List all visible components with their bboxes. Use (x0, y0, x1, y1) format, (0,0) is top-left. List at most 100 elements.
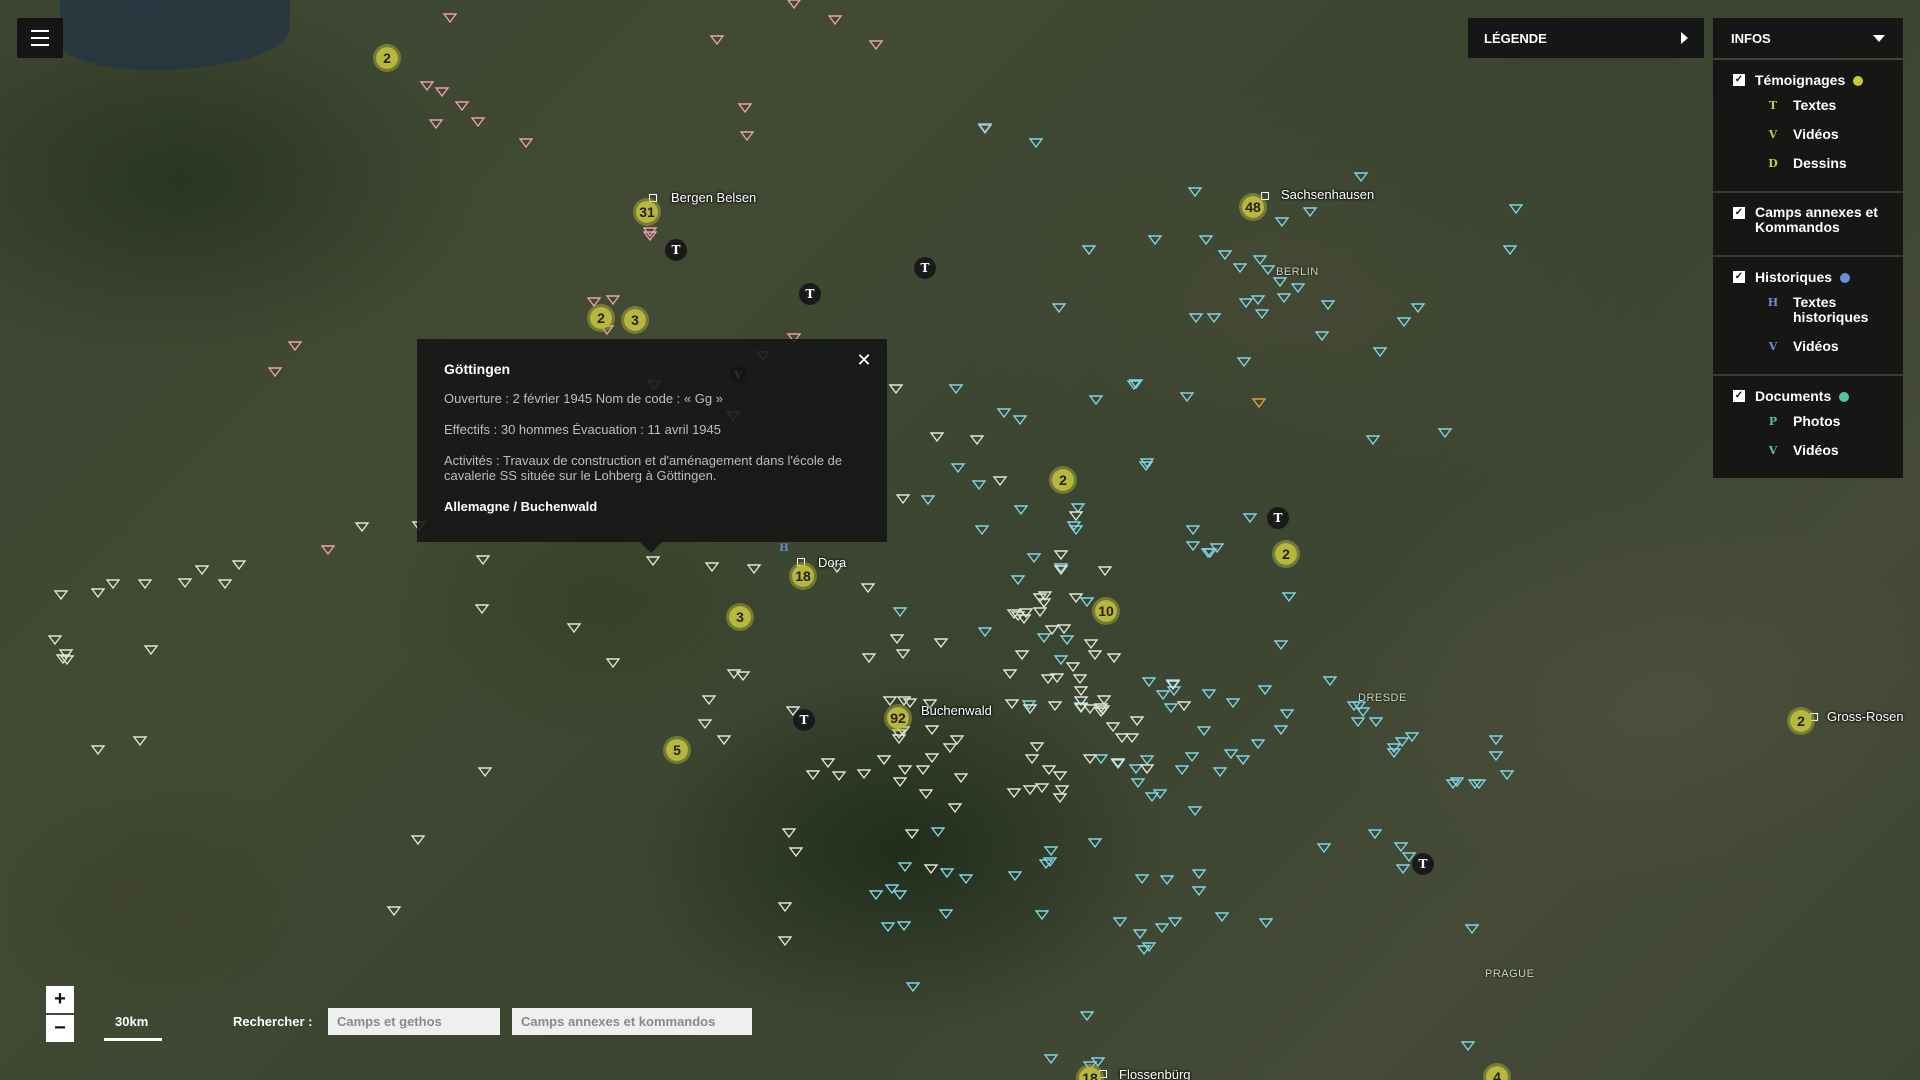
camp-annexe-marker[interactable] (1139, 764, 1155, 775)
camp-annexe-marker[interactable] (1316, 843, 1332, 854)
camp-annexe-marker[interactable] (1087, 650, 1103, 661)
camp-annexe-marker[interactable] (697, 719, 713, 730)
camp-annexe-marker[interactable] (701, 695, 717, 706)
camp-annexe-marker[interactable] (827, 15, 843, 26)
camp-annexe-marker[interactable] (942, 743, 958, 754)
camp-annexe-marker[interactable] (1088, 395, 1104, 406)
camp-annexe-marker[interactable] (605, 295, 621, 306)
camp-annexe-marker[interactable] (888, 384, 904, 395)
camp-annexe-marker[interactable] (1068, 511, 1084, 522)
camp-annexe-marker[interactable] (1043, 1054, 1059, 1065)
camp-annexe-marker[interactable] (949, 735, 965, 746)
camp-annexe-marker[interactable] (1260, 265, 1276, 276)
camp-annexe-marker[interactable] (1410, 303, 1426, 314)
camp-annexe-marker[interactable] (1141, 677, 1157, 688)
camp-annexe-marker[interactable] (1083, 639, 1099, 650)
camp-annexe-marker[interactable] (1191, 886, 1207, 897)
camp-annexe-marker[interactable] (645, 556, 661, 567)
camp-annexe-marker[interactable] (861, 653, 877, 664)
camp-annexe-marker[interactable] (1167, 917, 1183, 928)
filter-temoignages[interactable]: ✓ Témoignages (1713, 72, 1903, 88)
camp-annexe-marker[interactable] (737, 103, 753, 114)
camp-annexe-marker[interactable] (474, 604, 490, 615)
camp-annexe-marker[interactable] (1036, 598, 1052, 609)
camp-annexe-marker[interactable] (267, 367, 283, 378)
camp-annexe-marker[interactable] (1070, 503, 1086, 514)
camp-annexe-marker[interactable] (1007, 871, 1023, 882)
camp-annexe-marker[interactable] (132, 736, 148, 747)
camp-annexe-marker[interactable] (1242, 513, 1258, 524)
camp-annexe-marker[interactable] (904, 829, 920, 840)
camp-annexe-marker[interactable] (1437, 428, 1453, 439)
camp-annexe-marker[interactable] (1051, 303, 1067, 314)
camp-annexe-marker[interactable] (1187, 187, 1203, 198)
camp-annexe-marker[interactable] (1128, 764, 1144, 775)
camp-annexe-marker[interactable] (930, 827, 946, 838)
camp-annexe-marker[interactable] (1052, 793, 1068, 804)
camp-annexe-marker[interactable] (354, 522, 370, 533)
camp-annexe-marker[interactable] (1013, 505, 1029, 516)
camp-annexe-marker[interactable] (454, 101, 470, 112)
camp-annexe-marker[interactable] (1032, 607, 1048, 618)
camp-annexe-marker[interactable] (1198, 235, 1214, 246)
camp-annexe-marker[interactable] (947, 803, 963, 814)
camp-annexe-marker[interactable] (1367, 829, 1383, 840)
camp-annexe-marker[interactable] (1274, 217, 1290, 228)
cluster-marker[interactable]: 2 (587, 304, 615, 332)
camp-annexe-marker[interactable] (1238, 298, 1254, 309)
camp-annexe-marker[interactable] (1393, 842, 1409, 853)
camp-annexe-marker[interactable] (1273, 725, 1289, 736)
cluster-marker[interactable]: 5 (663, 736, 691, 764)
camp-annexe-marker[interactable] (971, 480, 987, 491)
camp-annexe-marker[interactable] (1134, 874, 1150, 885)
camp-annexe-marker[interactable] (1082, 754, 1098, 765)
camp-annexe-marker[interactable] (1201, 689, 1217, 700)
camp-annexe-marker[interactable] (709, 35, 725, 46)
cluster-marker[interactable]: 31 (633, 198, 661, 226)
camp-annexe-marker[interactable] (777, 936, 793, 947)
camp-annexe-marker[interactable] (1053, 550, 1069, 561)
camp-annexe-marker[interactable] (434, 87, 450, 98)
camp-annexe-marker[interactable] (1273, 640, 1289, 651)
camp-annexe-marker[interactable] (1072, 674, 1088, 685)
camp-annexe-marker[interactable] (287, 341, 303, 352)
camp-annexe-marker[interactable] (1006, 788, 1022, 799)
camp-annexe-marker[interactable] (47, 635, 63, 646)
cluster-marker[interactable]: 2 (1787, 707, 1815, 735)
camp-annexe-marker[interactable] (410, 835, 426, 846)
camp-annexe-marker[interactable] (746, 564, 762, 575)
camp-annexe-marker[interactable] (1217, 250, 1233, 261)
camp-annexe-marker[interactable] (868, 40, 884, 51)
camp-annexe-marker[interactable] (1176, 701, 1192, 712)
camp-annexe-marker[interactable] (1250, 739, 1266, 750)
cluster-marker[interactable]: 3 (726, 603, 754, 631)
camp-annexe-marker[interactable] (1112, 917, 1128, 928)
camp-annexe-marker[interactable] (895, 649, 911, 660)
infos-toggle[interactable]: INFOS (1713, 18, 1903, 58)
close-icon[interactable]: ✕ (853, 349, 875, 371)
cluster-marker[interactable]: 18 (789, 562, 817, 590)
camp-annexe-marker[interactable] (953, 773, 969, 784)
camp-annexe-marker[interactable] (1404, 732, 1420, 743)
camp-annexe-marker[interactable] (1214, 912, 1230, 923)
camp-annexe-marker[interactable] (1159, 875, 1175, 886)
camp-annexe-marker[interactable] (948, 384, 964, 395)
cluster-marker[interactable]: 3 (621, 306, 649, 334)
camp-annexe-marker[interactable] (1185, 541, 1201, 552)
camp-annexe-marker[interactable] (442, 13, 458, 24)
camp-annexe-marker[interactable] (1139, 755, 1155, 766)
camp-annexe-marker[interactable] (1225, 698, 1241, 709)
cluster-marker[interactable]: 10 (1092, 597, 1120, 625)
filter-historiques-videos[interactable]: V Vidéos (1713, 339, 1903, 354)
camp-annexe-marker[interactable] (895, 494, 911, 505)
camp-annexe-marker[interactable] (605, 658, 621, 669)
camp-annexe-marker[interactable] (105, 579, 121, 590)
camp-annexe-marker[interactable] (905, 982, 921, 993)
cluster-marker[interactable]: 92 (884, 704, 912, 732)
filter-temoignages-videos[interactable]: V Vidéos (1713, 127, 1903, 142)
camp-annexe-marker[interactable] (1508, 204, 1524, 215)
camp-annexe-marker[interactable] (892, 890, 908, 901)
cluster-marker[interactable]: 2 (1272, 540, 1300, 568)
camp-annexe-marker[interactable] (924, 753, 940, 764)
camp-annexe-marker[interactable] (518, 138, 534, 149)
